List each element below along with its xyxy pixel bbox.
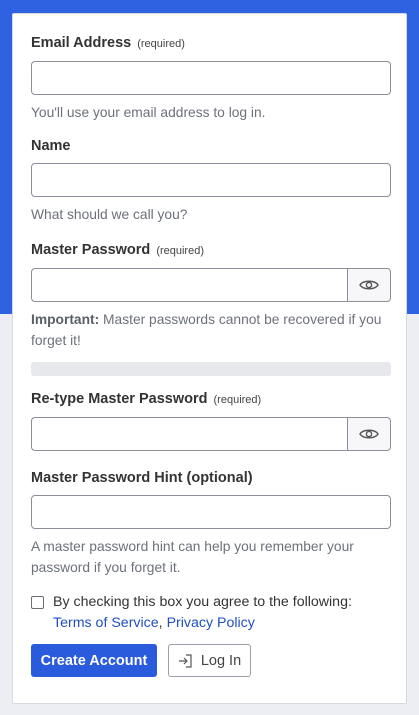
retype-password-label: Re-type Master Password (required): [31, 390, 391, 409]
master-password-input[interactable]: [31, 268, 347, 302]
hint-input[interactable]: [31, 495, 391, 529]
privacy-policy-link[interactable]: Privacy Policy: [167, 615, 255, 631]
password-strength-meter: [31, 362, 391, 376]
agreement-checkbox[interactable]: [31, 596, 44, 609]
email-label-text: Email Address: [31, 35, 132, 51]
log-in-button-label: Log In: [200, 652, 242, 669]
email-input[interactable]: [31, 61, 391, 95]
email-required-note: (required): [137, 38, 185, 50]
retype-password-input-group: [31, 417, 391, 451]
hint-help-text: A master password hint can help you reme…: [31, 539, 354, 575]
log-in-button[interactable]: Log In: [168, 644, 251, 677]
retype-password-label-text: Re-type Master Password: [31, 391, 208, 407]
retype-password-input[interactable]: [31, 417, 347, 451]
name-group: Name What should we call you?: [31, 137, 391, 225]
hint-label-text: Master Password Hint (optional): [31, 470, 253, 486]
create-account-button[interactable]: Create Account: [31, 644, 157, 677]
master-password-help-text: Important: Master passwords cannot be re…: [31, 309, 391, 351]
agreement-text: By checking this box you agree to the fo…: [53, 594, 352, 610]
email-group: Email Address (required) You'll use your…: [31, 34, 391, 123]
retype-password-group: Re-type Master Password (required): [31, 390, 391, 451]
agreement-row: By checking this box you agree to the fo…: [31, 592, 391, 634]
master-password-label-text: Master Password: [31, 242, 151, 258]
terms-of-service-link[interactable]: Terms of Service: [53, 615, 159, 631]
master-password-group: Master Password (required) Important: Ma…: [31, 241, 391, 351]
name-label-text: Name: [31, 138, 71, 154]
hint-group: Master Password Hint (optional) A master…: [31, 469, 391, 578]
sign-in-icon: [178, 653, 192, 668]
eye-icon: [359, 280, 379, 290]
name-label: Name: [31, 137, 391, 155]
master-password-required-note: (required): [156, 245, 204, 257]
master-password-label: Master Password (required): [31, 241, 391, 260]
email-help-text: You'll use your email address to log in.: [31, 105, 266, 120]
hint-label: Master Password Hint (optional): [31, 469, 391, 487]
toggle-master-password-visibility-button[interactable]: [347, 268, 391, 302]
retype-password-required-note: (required): [213, 394, 262, 406]
master-password-input-group: [31, 268, 391, 302]
master-password-help-strong: Important:: [31, 312, 100, 327]
toggle-retype-password-visibility-button[interactable]: [347, 417, 391, 451]
agreement-separator: ,: [158, 615, 163, 631]
name-help-text: What should we call you?: [31, 207, 188, 222]
email-label: Email Address (required): [31, 34, 391, 53]
eye-icon: [359, 429, 379, 439]
agreement-text-block: By checking this box you agree to the fo…: [53, 592, 352, 634]
name-input[interactable]: [31, 163, 391, 197]
register-form-card: Email Address (required) You'll use your…: [12, 13, 407, 704]
